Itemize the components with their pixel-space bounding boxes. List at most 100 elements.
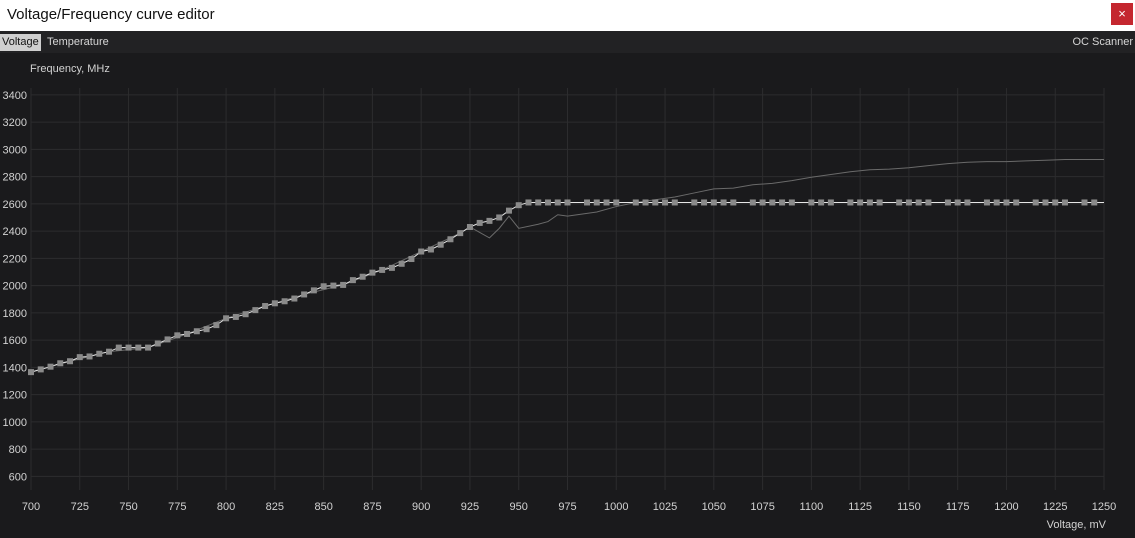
vf-curve-point[interactable] (613, 199, 620, 206)
oc-scanner-button[interactable]: OC Scanner (1072, 34, 1133, 51)
vf-curve-point[interactable] (827, 199, 834, 206)
vf-curve-point[interactable] (925, 199, 932, 206)
vf-curve-point[interactable] (184, 330, 191, 337)
vf-curve-point[interactable] (554, 199, 561, 206)
vf-curve-point[interactable] (349, 277, 356, 284)
vf-curve-point[interactable] (457, 230, 464, 237)
vf-curve-point[interactable] (213, 322, 220, 329)
tab-temperature[interactable]: Temperature (45, 34, 111, 51)
vf-curve-point[interactable] (193, 328, 200, 335)
vf-curve-point[interactable] (662, 199, 669, 206)
vf-curve-point[interactable] (603, 199, 610, 206)
vf-curve-point[interactable] (759, 199, 766, 206)
vf-curve-point[interactable] (476, 219, 483, 226)
vf-curve-point[interactable] (808, 199, 815, 206)
vf-curve-point[interactable] (564, 199, 571, 206)
vf-curve-point[interactable] (905, 199, 912, 206)
vf-curve-point[interactable] (818, 199, 825, 206)
vf-curve-point[interactable] (164, 336, 171, 343)
vf-curve-point[interactable] (964, 199, 971, 206)
vf-curve-point[interactable] (779, 199, 786, 206)
vf-curve-point[interactable] (57, 360, 64, 367)
vf-curve-point[interactable] (769, 199, 776, 206)
vf-curve-point[interactable] (96, 350, 103, 357)
vf-curve-point[interactable] (252, 307, 259, 314)
vf-curve-point[interactable] (535, 199, 542, 206)
vf-curve-point[interactable] (584, 199, 591, 206)
vf-curve-point[interactable] (418, 248, 425, 255)
vf-curve-point[interactable] (1032, 199, 1039, 206)
vf-curve-point[interactable] (944, 199, 951, 206)
vf-curve-point[interactable] (125, 344, 132, 351)
vf-curve-point[interactable] (691, 199, 698, 206)
vf-curve-point[interactable] (632, 199, 639, 206)
vf-curve-point[interactable] (106, 348, 113, 355)
vf-curve-chart[interactable]: 700 725 750 775 800 825 850 875 900 925 950 975 1000… (0, 53, 1135, 538)
vf-curve-point[interactable] (242, 311, 249, 318)
vf-curve-point[interactable] (788, 199, 795, 206)
vf-curve-point[interactable] (866, 199, 873, 206)
vf-curve-point[interactable] (915, 199, 922, 206)
vf-curve-point[interactable] (896, 199, 903, 206)
vf-curve-point[interactable] (720, 199, 727, 206)
vf-curve-point[interactable] (447, 236, 454, 243)
vf-curve-point[interactable] (203, 326, 210, 333)
vf-curve-point[interactable] (271, 300, 278, 307)
vf-curve-plot[interactable]: 700 725 750 775 800 825 850 875 900 925 950 975 1000… (0, 53, 1135, 538)
vf-curve-point[interactable] (115, 344, 122, 351)
vf-curve-point[interactable] (408, 256, 415, 263)
vf-curve-point[interactable] (730, 199, 737, 206)
vf-curve-point[interactable] (749, 199, 756, 206)
vf-curve-point[interactable] (154, 340, 161, 347)
vf-curve-point[interactable] (486, 217, 493, 224)
vf-curve-point[interactable] (496, 214, 503, 221)
vf-curve-point[interactable] (1052, 199, 1059, 206)
vf-curve-point[interactable] (1081, 199, 1088, 206)
vf-curve-point[interactable] (1042, 199, 1049, 206)
vf-curve-point[interactable] (427, 246, 434, 253)
vf-curve-point[interactable] (388, 264, 395, 271)
vf-curve-point[interactable] (701, 199, 708, 206)
vf-curve-point[interactable] (1003, 199, 1010, 206)
vf-curve-point[interactable] (544, 199, 551, 206)
vf-curve-point[interactable] (876, 199, 883, 206)
vf-curve-point[interactable] (86, 353, 93, 360)
vf-curve-point[interactable] (281, 298, 288, 305)
vf-curve-point[interactable] (369, 269, 376, 276)
vf-curve-point[interactable] (37, 366, 44, 373)
vf-curve-point[interactable] (525, 199, 532, 206)
vf-curve-point[interactable] (857, 199, 864, 206)
vf-curve-point[interactable] (466, 223, 473, 230)
vf-curve-point[interactable] (340, 281, 347, 288)
vf-curve-point[interactable] (652, 199, 659, 206)
vf-curve-point[interactable] (710, 199, 717, 206)
vf-curve-point[interactable] (330, 282, 337, 289)
vf-curve-point[interactable] (515, 202, 522, 209)
vf-curve-point[interactable] (398, 260, 405, 267)
vf-curve-point[interactable] (983, 199, 990, 206)
vf-curve-point[interactable] (593, 199, 600, 206)
vf-curve-point[interactable] (954, 199, 961, 206)
vf-curve-point[interactable] (174, 332, 181, 339)
vf-curve-point[interactable] (642, 199, 649, 206)
vf-curve-point[interactable] (262, 303, 269, 310)
vf-curve-point[interactable] (310, 287, 317, 294)
tab-voltage[interactable]: Voltage (0, 34, 41, 51)
vf-curve-point[interactable] (1061, 199, 1068, 206)
vf-curve-point[interactable] (135, 344, 142, 351)
vf-curve-point[interactable] (1091, 199, 1098, 206)
vf-curve-point[interactable] (145, 344, 152, 351)
vf-curve-point[interactable] (320, 283, 327, 290)
vf-curve-point[interactable] (223, 315, 230, 322)
vf-curve-point[interactable] (47, 363, 54, 370)
vf-curve-point[interactable] (1013, 199, 1020, 206)
vf-curve-point[interactable] (671, 199, 678, 206)
vf-curve-point[interactable] (67, 358, 74, 365)
vf-curve-point[interactable] (28, 369, 34, 376)
vf-curve-point[interactable] (76, 354, 83, 361)
vf-curve-point[interactable] (847, 199, 854, 206)
close-button[interactable]: × (1111, 3, 1133, 25)
vf-curve-point[interactable] (505, 207, 512, 214)
vf-curve-point[interactable] (379, 266, 386, 273)
vf-curve-point[interactable] (993, 199, 1000, 206)
